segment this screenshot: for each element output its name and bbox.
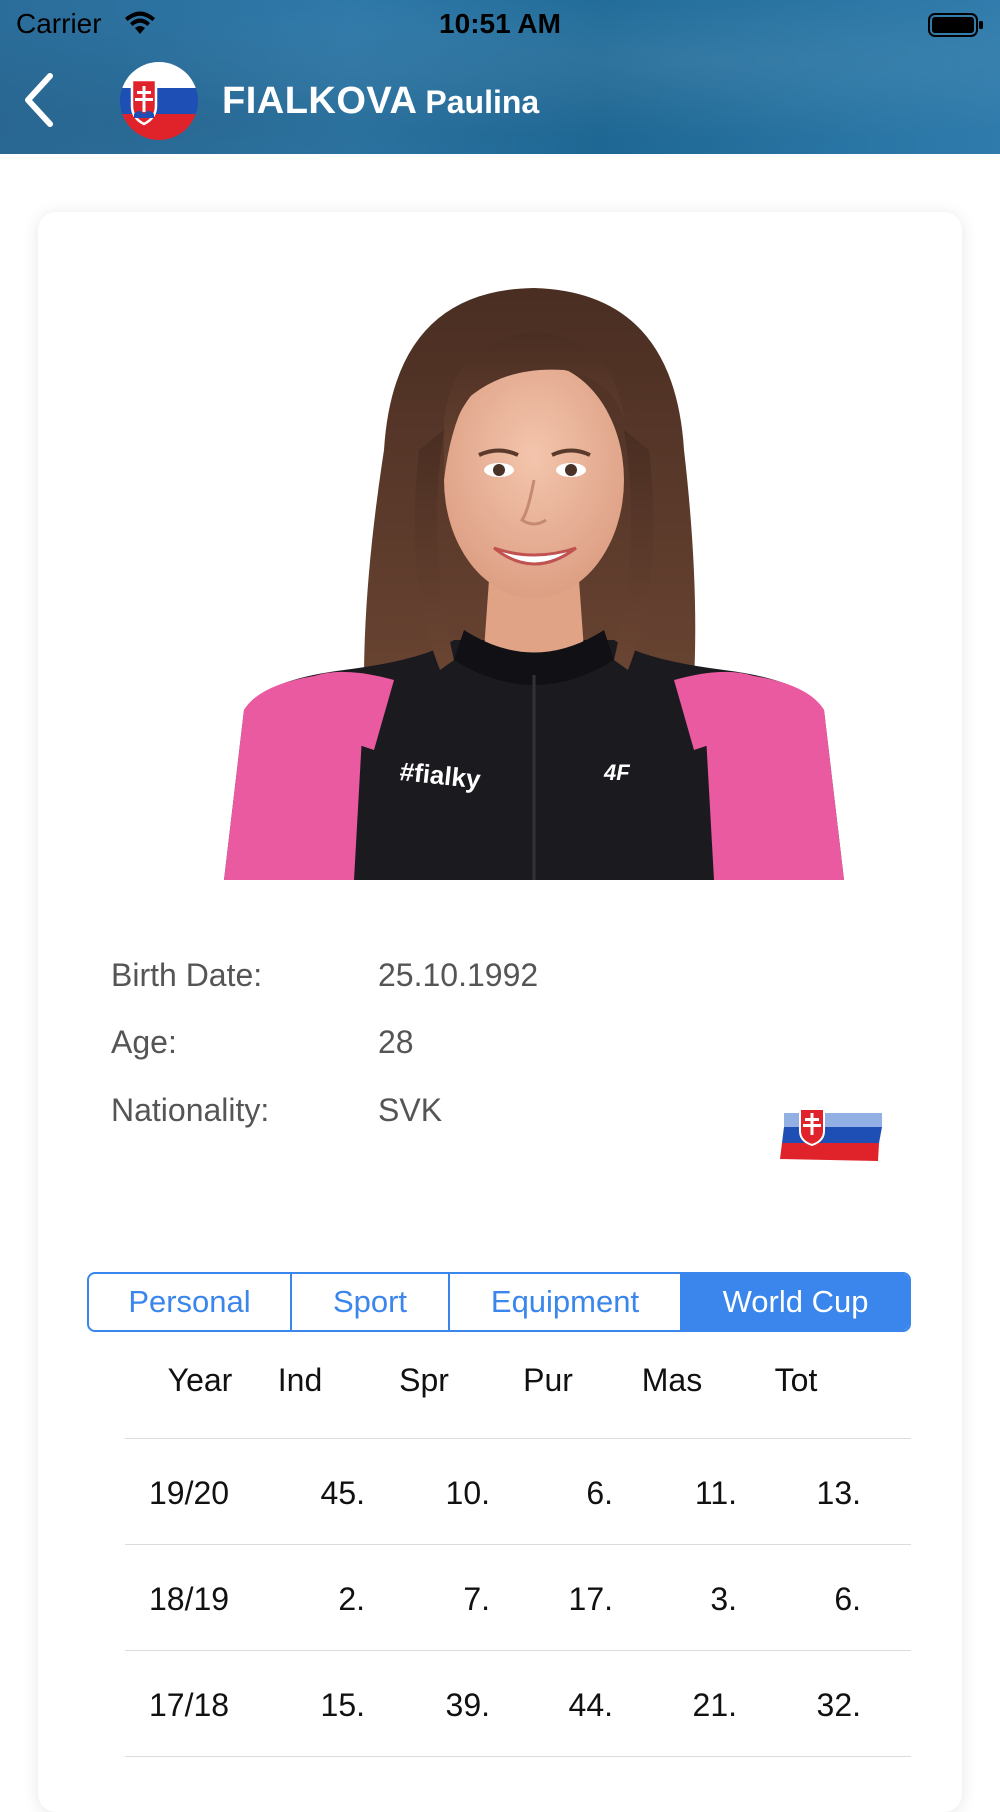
chevron-left-icon [25,73,53,127]
nationality-flag-icon [780,1108,882,1161]
table-header-row: Year Ind Spr Pur Mas Tot [125,1332,911,1439]
cell-pur: 17. [568,1581,613,1617]
cell-tot: 6. [834,1581,861,1617]
tab-sport[interactable]: Sport [292,1274,450,1330]
column-header-tot: Tot [774,1362,818,1398]
cell-mas: 3. [710,1581,737,1617]
age-label: Age: [111,1024,177,1060]
cell-spr: 39. [445,1687,490,1723]
back-button[interactable] [14,66,66,130]
status-time: 10:51 AM [439,8,561,39]
world-cup-results-table: Year Ind Spr Pur Mas Tot 19/20 45. 10. 6… [125,1332,911,1757]
age-value: 28 [378,1024,414,1060]
birth-date-label: Birth Date: [111,957,263,993]
cell-pur: 44. [568,1687,613,1723]
cell-mas: 11. [694,1475,737,1511]
cell-pur: 6. [586,1475,613,1511]
athlete-profile-card: #fialky 4F Birth Date: 25.10.1992 Age: 2… [38,212,962,1812]
table-row: 19/20 45. 10. 6. 11. 13. [125,1439,911,1545]
cell-spr: 7. [463,1581,490,1617]
slovakia-flag-icon [120,62,198,140]
nationality-value: SVK [378,1092,443,1128]
column-header-ind: Ind [277,1362,323,1398]
tab-world-cup[interactable]: World Cup [682,1274,909,1330]
tab-equipment[interactable]: Equipment [450,1274,682,1330]
battery-icon [928,13,983,37]
nationality-label: Nationality: [111,1092,270,1128]
athlete-photo: #fialky 4F [224,288,844,880]
athlete-last-name: FIALKOVA [222,80,418,122]
status-bar: Carrier 10:51 AM [0,0,1000,50]
profile-tabs: Personal Sport Equipment World Cup [87,1272,911,1332]
cell-ind: 2. [338,1581,365,1617]
birth-date-value: 25.10.1992 [378,957,539,993]
column-header-mas: Mas [641,1362,703,1398]
cell-ind: 45. [320,1475,365,1511]
table-row: 17/18 15. 39. 44. 21. 32. [125,1651,911,1757]
athlete-first-name: Paulina [425,84,540,120]
cell-spr: 10. [445,1475,490,1511]
tab-personal[interactable]: Personal [89,1274,292,1330]
cell-tot: 32. [816,1687,861,1723]
column-header-spr: Spr [399,1362,449,1398]
country-flag-avatar [120,62,198,140]
column-header-pur: Pur [523,1362,573,1398]
svg-text:4F: 4F [603,760,630,785]
cell-tot: 13. [816,1475,861,1511]
cell-ind: 15. [320,1687,365,1723]
cell-mas: 21. [692,1687,737,1723]
table-row: 18/19 2. 7. 17. 3. 6. [125,1545,911,1651]
athlete-name-title: FIALKOVA Paulina [222,80,539,123]
